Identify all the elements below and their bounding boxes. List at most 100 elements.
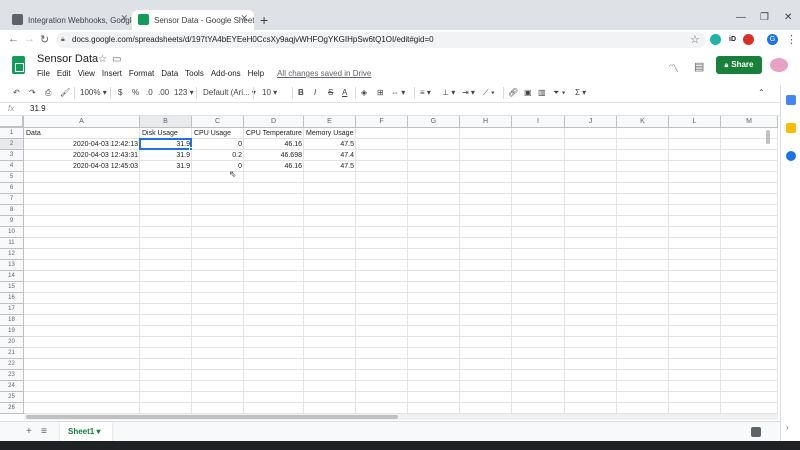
row-header-25[interactable]: 25 xyxy=(0,392,24,403)
activity-trend-icon[interactable]: 〽 xyxy=(668,60,679,76)
doc-title[interactable]: Sensor Data xyxy=(37,53,98,65)
browser-tab-sensor-data[interactable]: Sensor Data - Google Sheets ✕ xyxy=(132,10,254,30)
menu-view[interactable]: View xyxy=(78,69,95,78)
column-header-b[interactable]: B xyxy=(140,116,192,128)
merge-cells-icon[interactable]: ⇔ ▾ xyxy=(391,88,405,97)
tasks-icon[interactable] xyxy=(786,151,796,161)
row-header-6[interactable]: 6 xyxy=(0,183,24,194)
text-rotation-icon[interactable]: ⟋ ▾ xyxy=(483,88,495,98)
fill-color-icon[interactable]: ◈ xyxy=(361,88,367,97)
star-icon[interactable]: ☆ xyxy=(98,54,107,65)
row-header-16[interactable]: 16 xyxy=(0,293,24,304)
cell-c1[interactable]: CPU Usage xyxy=(192,128,244,139)
column-header-i[interactable]: I xyxy=(512,116,565,128)
menu-addons[interactable]: Add-ons xyxy=(211,69,241,78)
all-sheets-icon[interactable]: ≡ xyxy=(41,426,47,437)
cell-e3[interactable]: 47.4 xyxy=(304,150,356,161)
text-wrap-icon[interactable]: ⇥ ▾ xyxy=(462,88,475,97)
sheet-tab[interactable]: Sheet1 ▾ xyxy=(60,422,112,441)
cell-e1[interactable]: Memory Usage xyxy=(304,128,356,139)
share-button[interactable]: 🔒︎ Share xyxy=(716,56,762,74)
column-header-j[interactable]: J xyxy=(565,116,617,128)
cell-d4[interactable]: 46.16 xyxy=(244,161,304,172)
row-header-2[interactable]: 2 xyxy=(0,139,24,150)
italic-button[interactable]: I xyxy=(314,88,316,97)
row-header-14[interactable]: 14 xyxy=(0,271,24,282)
back-icon[interactable]: ← xyxy=(8,33,19,45)
extension-icon[interactable] xyxy=(710,34,721,45)
menu-data[interactable]: Data xyxy=(161,69,178,78)
bold-button[interactable]: B xyxy=(298,88,304,97)
cell-d1[interactable]: CPU Temperature xyxy=(244,128,304,139)
functions-icon[interactable]: Σ ▾ xyxy=(575,88,586,97)
column-header-c[interactable]: C xyxy=(192,116,244,128)
cell-a4[interactable]: 2020-04-03 12:45:03 xyxy=(24,161,140,172)
menu-file[interactable]: File xyxy=(37,69,50,78)
row-header-1[interactable]: 1 xyxy=(0,128,24,139)
add-sheet-icon[interactable]: + xyxy=(26,426,32,437)
paint-format-icon[interactable]: 🖌︎ xyxy=(60,88,70,97)
column-header-g[interactable]: G xyxy=(408,116,460,128)
zoom-select[interactable]: 100% ▾ xyxy=(80,88,107,97)
spreadsheet-grid[interactable]: A B C D E F G H I J K L M 1 2 3 4 5 6 7 8 9 10 11 12 13 14 15 16 17 18… xyxy=(0,116,778,414)
row-header-22[interactable]: 22 xyxy=(0,359,24,370)
comments-icon[interactable]: ▤ xyxy=(694,60,704,73)
row-header-20[interactable]: 20 xyxy=(0,337,24,348)
horizontal-align-icon[interactable]: ≡ ▾ xyxy=(420,88,431,97)
print-icon[interactable]: ⎙ xyxy=(45,88,51,98)
cell-e2[interactable]: 47.5 xyxy=(304,139,356,150)
explore-icon[interactable] xyxy=(751,427,761,437)
profile-avatar[interactable]: G xyxy=(767,34,778,45)
record-extension-icon[interactable] xyxy=(743,34,754,45)
sheets-logo-icon[interactable] xyxy=(12,56,25,74)
fill-handle[interactable] xyxy=(189,147,193,151)
id-extension-icon[interactable]: iD xyxy=(727,34,738,45)
strikethrough-button[interactable]: S xyxy=(328,88,333,97)
chrome-menu-icon[interactable]: ⋮ xyxy=(786,33,797,46)
row-header-10[interactable]: 10 xyxy=(0,227,24,238)
column-header-m[interactable]: M xyxy=(721,116,778,128)
cell-c3[interactable]: 0.2 xyxy=(192,150,244,161)
redo-icon[interactable]: ↷ xyxy=(29,88,36,97)
row-header-11[interactable]: 11 xyxy=(0,238,24,249)
row-header-13[interactable]: 13 xyxy=(0,260,24,271)
menu-tools[interactable]: Tools xyxy=(185,69,204,78)
select-all-corner[interactable] xyxy=(0,116,24,128)
keep-icon[interactable] xyxy=(786,123,796,133)
row-header-24[interactable]: 24 xyxy=(0,381,24,392)
menu-help[interactable]: Help xyxy=(248,69,264,78)
save-status[interactable]: All changes saved in Drive xyxy=(277,69,371,78)
address-bar[interactable]: 🔒︎ docs.google.com/spreadsheets/d/197tYA… xyxy=(56,32,706,48)
column-header-a[interactable]: A xyxy=(24,116,140,128)
column-header-e[interactable]: E xyxy=(304,116,356,128)
row-header-9[interactable]: 9 xyxy=(0,216,24,227)
percent-button[interactable]: % xyxy=(132,88,139,97)
horizontal-scrollbar[interactable] xyxy=(24,414,778,420)
column-header-h[interactable]: H xyxy=(460,116,512,128)
row-header-15[interactable]: 15 xyxy=(0,282,24,293)
scrollbar-thumb[interactable] xyxy=(766,130,770,144)
expand-panel-icon[interactable]: › xyxy=(786,423,789,432)
row-header-4[interactable]: 4 xyxy=(0,161,24,172)
window-close-icon[interactable]: ✕ xyxy=(784,12,792,23)
vertical-align-icon[interactable]: ⊥ ▾ xyxy=(442,88,455,97)
row-header-23[interactable]: 23 xyxy=(0,370,24,381)
row-header-7[interactable]: 7 xyxy=(0,194,24,205)
cell-d3[interactable]: 46.698 xyxy=(244,150,304,161)
vertical-scrollbar[interactable] xyxy=(765,128,771,414)
menu-format[interactable]: Format xyxy=(129,69,154,78)
insert-link-icon[interactable]: 🔗︎ xyxy=(508,88,518,97)
font-size-select[interactable]: 10 ▾ xyxy=(262,88,277,97)
cell-d2[interactable]: 46.16 xyxy=(244,139,304,150)
row-header-12[interactable]: 12 xyxy=(0,249,24,260)
reload-icon[interactable]: ↻ xyxy=(40,33,49,46)
browser-tab-webhooks[interactable]: Integration Webhooks, Google S ✕ xyxy=(6,10,134,30)
cell-a2[interactable]: 2020-04-03 12:42:13 xyxy=(24,139,140,150)
cell-e4[interactable]: 47.5 xyxy=(304,161,356,172)
cell-a1[interactable]: Data xyxy=(24,128,140,139)
cell-b4[interactable]: 31.9 xyxy=(140,161,192,172)
row-header-3[interactable]: 3 xyxy=(0,150,24,161)
insert-chart-icon[interactable]: ▥ xyxy=(538,88,546,97)
currency-button[interactable]: $ xyxy=(118,88,122,97)
row-header-8[interactable]: 8 xyxy=(0,205,24,216)
